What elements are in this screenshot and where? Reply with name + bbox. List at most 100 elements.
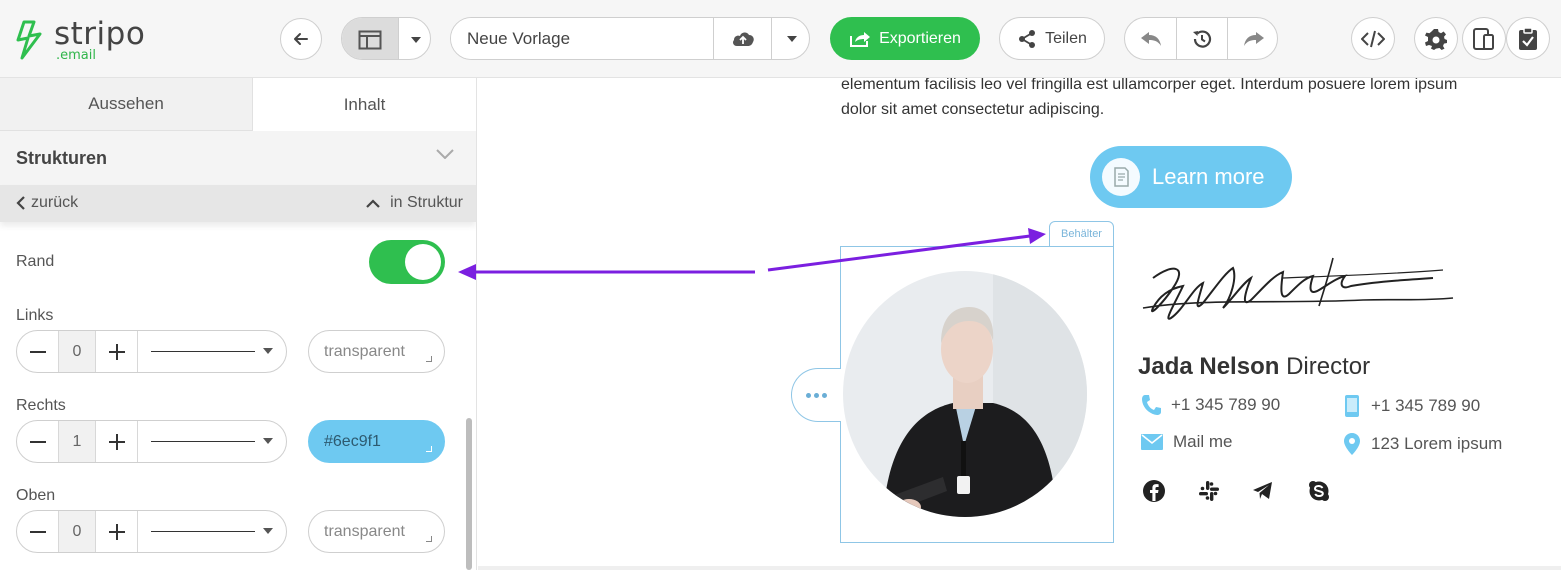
left-border-width[interactable]: 0 [58, 331, 96, 372]
in-structure-link[interactable]: in Struktur [366, 194, 463, 212]
history-button[interactable] [1176, 18, 1228, 59]
section-title: Strukturen [16, 148, 108, 168]
dot-icon [814, 392, 819, 398]
code-editor-button[interactable] [1351, 17, 1395, 60]
slack-icon[interactable] [1197, 479, 1221, 503]
decrement-button[interactable] [17, 331, 58, 372]
layout-dropdown-button[interactable] [399, 18, 430, 59]
redo-icon [1243, 31, 1264, 46]
cloud-upload-icon [732, 31, 754, 46]
test-checklist-button[interactable] [1506, 17, 1550, 60]
history-group [1124, 17, 1278, 60]
back-link[interactable]: zurück [16, 194, 78, 212]
increment-button[interactable] [96, 331, 138, 372]
mobile-text: +1 345 789 90 [1371, 396, 1481, 415]
export-share-icon [850, 31, 871, 47]
address-contact[interactable]: 123 Lorem ipsum [1343, 432, 1502, 456]
share-button[interactable]: Teilen [999, 17, 1105, 60]
container-tag[interactable]: Behälter [1049, 221, 1114, 247]
right-border-stepper: 1 [16, 420, 287, 463]
layout-button[interactable] [342, 18, 399, 59]
increment-button[interactable] [96, 511, 138, 552]
tab-content[interactable]: Inhalt [253, 78, 476, 131]
plus-icon [108, 523, 125, 540]
email-contact[interactable]: Mail me [1141, 432, 1233, 452]
left-border-color[interactable]: transparent [308, 330, 445, 373]
decrement-button[interactable] [17, 421, 58, 462]
color-value: transparent [324, 342, 405, 360]
border-style-preview[interactable] [151, 351, 255, 352]
color-value: transparent [324, 522, 405, 540]
left-border-stepper: 0 [16, 330, 287, 373]
email-text: Mail me [1173, 432, 1233, 451]
right-border-label: Rechts [16, 397, 66, 414]
share-label: Teilen [1045, 29, 1087, 47]
mobile-contact[interactable]: +1 345 789 90 [1343, 394, 1480, 418]
share-icon [1019, 29, 1036, 48]
template-name-input[interactable] [451, 18, 713, 59]
increment-button[interactable] [96, 421, 138, 462]
body-line: elementum facilisis leo vel fringilla es… [841, 78, 1458, 93]
address-text: 123 Lorem ipsum [1371, 434, 1503, 453]
export-label: Exportieren [879, 29, 961, 47]
top-border-color[interactable]: transparent [308, 510, 445, 553]
learn-more-button[interactable]: Learn more [1090, 146, 1292, 208]
border-style-preview[interactable] [151, 531, 255, 532]
right-border-color[interactable]: #6ec9f1 [308, 420, 445, 463]
logo-wordmark: stripo [54, 16, 146, 52]
profile-photo[interactable] [843, 271, 1087, 517]
plus-icon [108, 343, 125, 360]
telegram-icon[interactable] [1251, 479, 1275, 503]
redo-button[interactable] [1228, 18, 1277, 59]
top-border-label: Oben [16, 487, 56, 504]
top-border-width[interactable]: 0 [58, 511, 96, 552]
back-button[interactable] [280, 18, 322, 60]
save-cloud-button[interactable] [713, 18, 771, 59]
person-name[interactable]: Jada Nelson Director [1138, 353, 1370, 381]
device-preview-button[interactable] [1462, 17, 1506, 60]
person-full-name: Jada Nelson [1138, 353, 1280, 380]
plus-icon [108, 433, 125, 450]
structures-section-header[interactable]: Strukturen [0, 131, 476, 185]
resize-corner-icon [426, 536, 432, 542]
export-button[interactable]: Exportieren [830, 17, 980, 60]
border-style-preview[interactable] [151, 441, 255, 442]
resize-corner-icon [426, 356, 432, 362]
phone-contact[interactable]: +1 345 789 90 [1141, 394, 1280, 416]
body-paragraph[interactable]: elementum facilisis leo vel fringilla es… [841, 78, 1541, 122]
tab-appearance[interactable]: Aussehen [0, 78, 253, 131]
container-more-button[interactable] [791, 368, 841, 422]
envelope-icon [1141, 434, 1163, 450]
undo-button[interactable] [1125, 18, 1176, 59]
dot-icon [822, 392, 827, 398]
minus-icon [29, 350, 46, 353]
decrement-button[interactable] [17, 511, 58, 552]
border-toggle[interactable] [369, 240, 445, 284]
canvas-bottom-edge [478, 566, 1561, 570]
dot-icon [806, 392, 811, 398]
border-style-caret-icon[interactable] [263, 438, 273, 444]
code-icon [1361, 30, 1385, 47]
learn-more-label: Learn more [1152, 164, 1265, 189]
resize-corner-icon [426, 446, 432, 452]
panel-scrollbar[interactable] [466, 418, 472, 570]
email-canvas: elementum facilisis leo vel fringilla es… [478, 78, 1561, 570]
undo-icon [1140, 31, 1161, 46]
gear-icon [1425, 28, 1447, 50]
structure-nav-bar: zurück in Struktur [0, 185, 476, 222]
border-style-caret-icon[interactable] [263, 348, 273, 354]
stripo-logo[interactable]: stripo .email [14, 14, 154, 64]
skype-icon[interactable] [1307, 479, 1331, 503]
right-border-width[interactable]: 1 [58, 421, 96, 462]
caret-down-icon [786, 35, 797, 42]
person-title: Director [1286, 353, 1371, 380]
settings-button[interactable] [1414, 17, 1458, 60]
phone-icon [1142, 395, 1161, 415]
minus-icon [29, 440, 46, 443]
color-value: #6ec9f1 [324, 432, 381, 450]
save-options-dropdown[interactable] [771, 18, 809, 59]
border-style-caret-icon[interactable] [263, 528, 273, 534]
facebook-icon[interactable] [1142, 479, 1166, 503]
chevron-left-icon [16, 196, 25, 210]
clipboard-check-icon [1519, 26, 1537, 50]
